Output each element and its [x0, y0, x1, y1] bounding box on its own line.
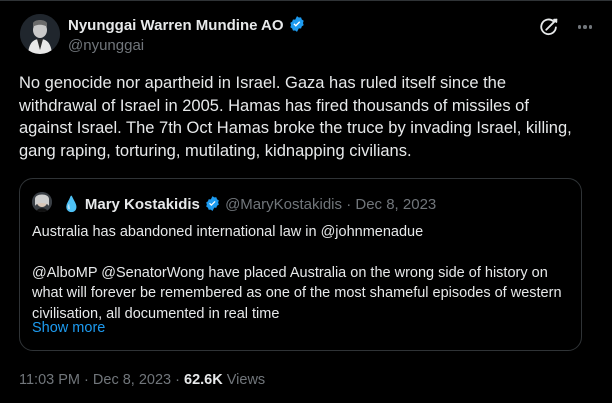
- tweet-time[interactable]: 11:03 PM: [19, 372, 80, 388]
- verified-badge-icon: [288, 15, 306, 37]
- views-label: Views: [226, 372, 266, 388]
- footer-separator: ·: [175, 372, 180, 388]
- top-divider: [0, 0, 612, 1]
- quote-paragraph-gap: [32, 243, 572, 263]
- tweet-text: No genocide nor apartheid in Israel. Gaz…: [19, 74, 572, 160]
- quote-line-2: @AlboMP @SenatorWong have placed Austral…: [32, 264, 562, 322]
- more-dot: [577, 25, 582, 29]
- quote-author-avatar: [32, 192, 52, 212]
- views-count[interactable]: 62.6K: [184, 372, 223, 388]
- quote-author-name[interactable]: Mary Kostakidis: [85, 196, 200, 213]
- droplet-icon: 💧: [62, 196, 81, 213]
- tweet-footer: 11:03 PM · Dec 8, 2023 · 62.6K Views: [19, 372, 265, 388]
- tweet-date[interactable]: Dec 8, 2023: [93, 372, 171, 388]
- quote-header: 💧 Mary Kostakidis @MaryKostakidis · Dec …: [62, 195, 436, 216]
- more-options-icon[interactable]: [572, 14, 598, 40]
- quote-line-1: Australia has abandoned international la…: [32, 224, 424, 240]
- tweet: Nyunggai Warren Mundine AO @nyunggai No …: [0, 0, 612, 403]
- more-dot: [583, 25, 587, 29]
- author-avatar[interactable]: [20, 14, 60, 54]
- author-name[interactable]: Nyunggai Warren Mundine AO: [68, 15, 306, 37]
- verified-badge-icon: [204, 195, 221, 216]
- quote-author-handle: @MaryKostakidis: [225, 196, 343, 213]
- author-name-text: Nyunggai Warren Mundine AO: [68, 17, 284, 34]
- author-handle[interactable]: @nyunggai: [68, 37, 144, 54]
- footer-separator: ·: [84, 372, 89, 388]
- quote-text: Australia has abandoned international la…: [32, 222, 572, 324]
- quote-separator: ·: [346, 196, 352, 213]
- show-more-link[interactable]: Show more: [32, 320, 105, 336]
- more-dot: [588, 25, 593, 29]
- quoted-tweet[interactable]: 💧 Mary Kostakidis @MaryKostakidis · Dec …: [19, 178, 582, 351]
- grok-icon[interactable]: [536, 14, 562, 40]
- quote-date: Dec 8, 2023: [355, 196, 437, 213]
